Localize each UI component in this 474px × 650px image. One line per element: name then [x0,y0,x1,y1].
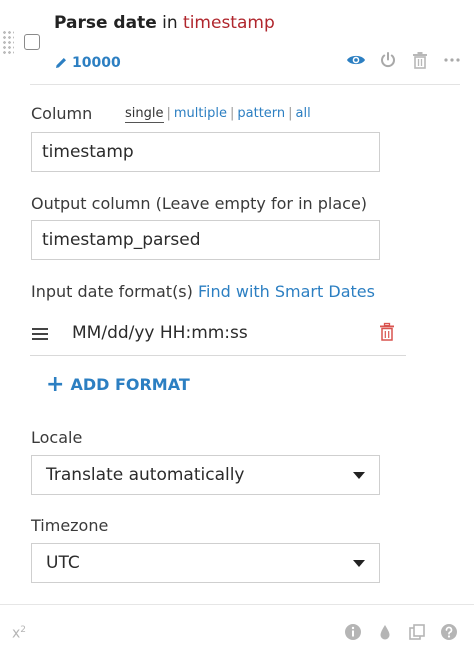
caret-down-icon [353,560,365,567]
header-divider [30,84,460,85]
step-action: Parse date [54,13,157,33]
footer-actions [344,623,458,641]
mode-single[interactable]: single [125,106,164,123]
formula-exponent: 2 [20,625,27,635]
step-column: timestamp [183,13,275,33]
date-formats-heading: Input date format(s) Find with Smart Dat… [31,282,375,302]
format-divider [30,355,406,356]
output-column-input[interactable]: timestamp_parsed [31,220,380,260]
info-icon[interactable] [344,623,362,641]
add-format-button[interactable]: + ADD FORMAT [46,374,190,396]
format-value[interactable]: MM/dd/yy HH:mm:ss [72,322,248,344]
more-icon[interactable] [442,50,462,70]
caret-down-icon [353,472,365,479]
locale-label: Locale [31,428,83,447]
timezone-value: UTC [46,553,80,573]
step-id-value: 10000 [72,55,121,71]
footer-divider [0,604,474,605]
pencil-icon [56,58,66,68]
timezone-select[interactable]: UTC [31,543,380,583]
step-in-word: in [162,13,178,33]
locale-select[interactable]: Translate automatically [31,455,380,495]
drop-icon[interactable] [376,623,394,641]
mode-all[interactable]: all [296,106,311,121]
mode-multiple[interactable]: multiple [174,106,227,121]
power-icon[interactable] [378,50,398,70]
eye-icon[interactable] [346,50,366,70]
step-actions [346,50,462,70]
delete-format-icon[interactable] [378,322,398,344]
step-checkbox[interactable] [24,34,40,50]
add-format-label: ADD FORMAT [70,375,190,394]
locale-value: Translate automatically [46,465,245,485]
format-row: MM/dd/yy HH:mm:ss [30,316,406,354]
plus-icon: + [46,372,65,397]
trash-icon[interactable] [410,50,430,70]
step-id[interactable]: 10000 [54,54,121,72]
reorder-handle-icon[interactable] [32,328,48,340]
column-label: Column [31,104,93,123]
smart-dates-link[interactable]: Find with Smart Dates [198,282,375,301]
date-formats-label: Input date format(s) [31,282,193,301]
output-column-label: Output column (Leave empty for in place) [31,194,368,213]
copy-icon[interactable] [408,623,426,641]
mode-pattern[interactable]: pattern [237,106,285,121]
column-input[interactable]: timestamp [31,132,380,172]
timezone-label: Timezone [31,516,109,535]
step-title: Parse date in timestamp [54,12,275,34]
column-mode-switch: single | multiple | pattern | all [125,106,311,123]
drag-handle-icon[interactable] [2,30,14,54]
formula-icon[interactable]: x2 [12,625,26,642]
help-icon[interactable] [440,623,458,641]
